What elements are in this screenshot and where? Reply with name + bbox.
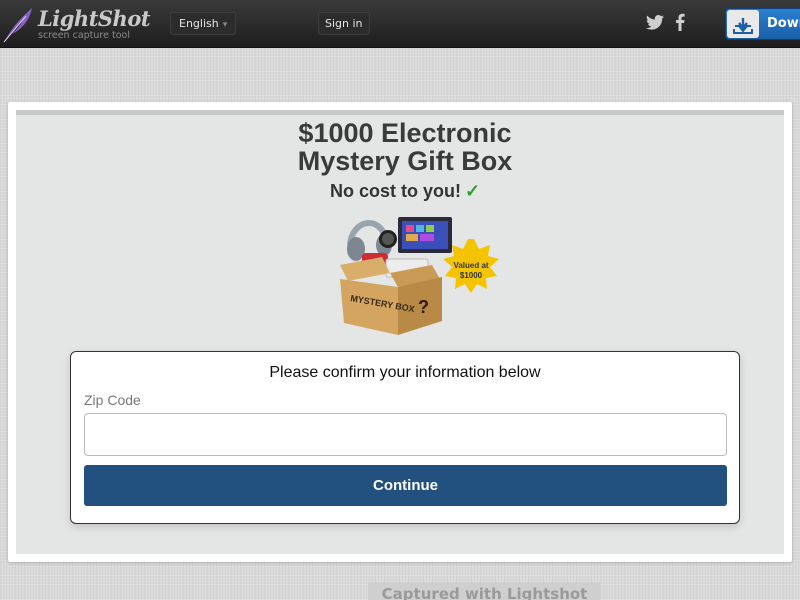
captured-with-lightshot-label: Captured with Lightshot: [368, 582, 601, 600]
confirm-form: Please confirm your information below Zi…: [70, 351, 740, 524]
zip-code-input[interactable]: [84, 413, 727, 456]
chevron-down-icon: ▾: [222, 20, 228, 30]
lightshot-logo[interactable]: LightShot screen capture tool: [0, 2, 151, 46]
logo-subtitle: screen capture tool: [38, 30, 130, 41]
top-bar: LightShot screen capture tool English ▾ S…: [0, 0, 800, 48]
facebook-icon[interactable]: [675, 13, 685, 31]
download-icon: [727, 10, 759, 38]
twitter-icon[interactable]: [646, 15, 664, 30]
language-selector[interactable]: English ▾: [170, 12, 237, 35]
logo-title: LightShot: [38, 6, 151, 31]
continue-button[interactable]: Continue: [84, 465, 727, 506]
zip-code-label: Zip Code: [84, 392, 141, 408]
page-subline: No cost to you! ✓: [16, 181, 784, 202]
screenshot-content: $1000 Electronic Mystery Gift Box No cos…: [16, 110, 784, 554]
download-label: Download: [767, 16, 800, 31]
language-label: English: [179, 17, 219, 30]
mystery-box-image: MYSTERY BOX ? Valued at $1000: [340, 217, 499, 335]
signin-button[interactable]: Sign in: [318, 12, 370, 35]
badge-line2: $1000: [460, 271, 483, 280]
checkmark-icon: ✓: [464, 181, 481, 201]
badge-line1: Valued at: [453, 261, 488, 270]
screenshot-frame: $1000 Electronic Mystery Gift Box No cos…: [8, 102, 792, 562]
subline-text: No cost to you!: [329, 181, 461, 201]
page-headline: $1000 Electronic Mystery Gift Box: [297, 118, 513, 176]
svg-text:?: ?: [418, 297, 429, 317]
download-button[interactable]: Download: [725, 8, 800, 40]
feather-icon: [3, 8, 32, 43]
form-title: Please confirm your information below: [269, 364, 541, 381]
